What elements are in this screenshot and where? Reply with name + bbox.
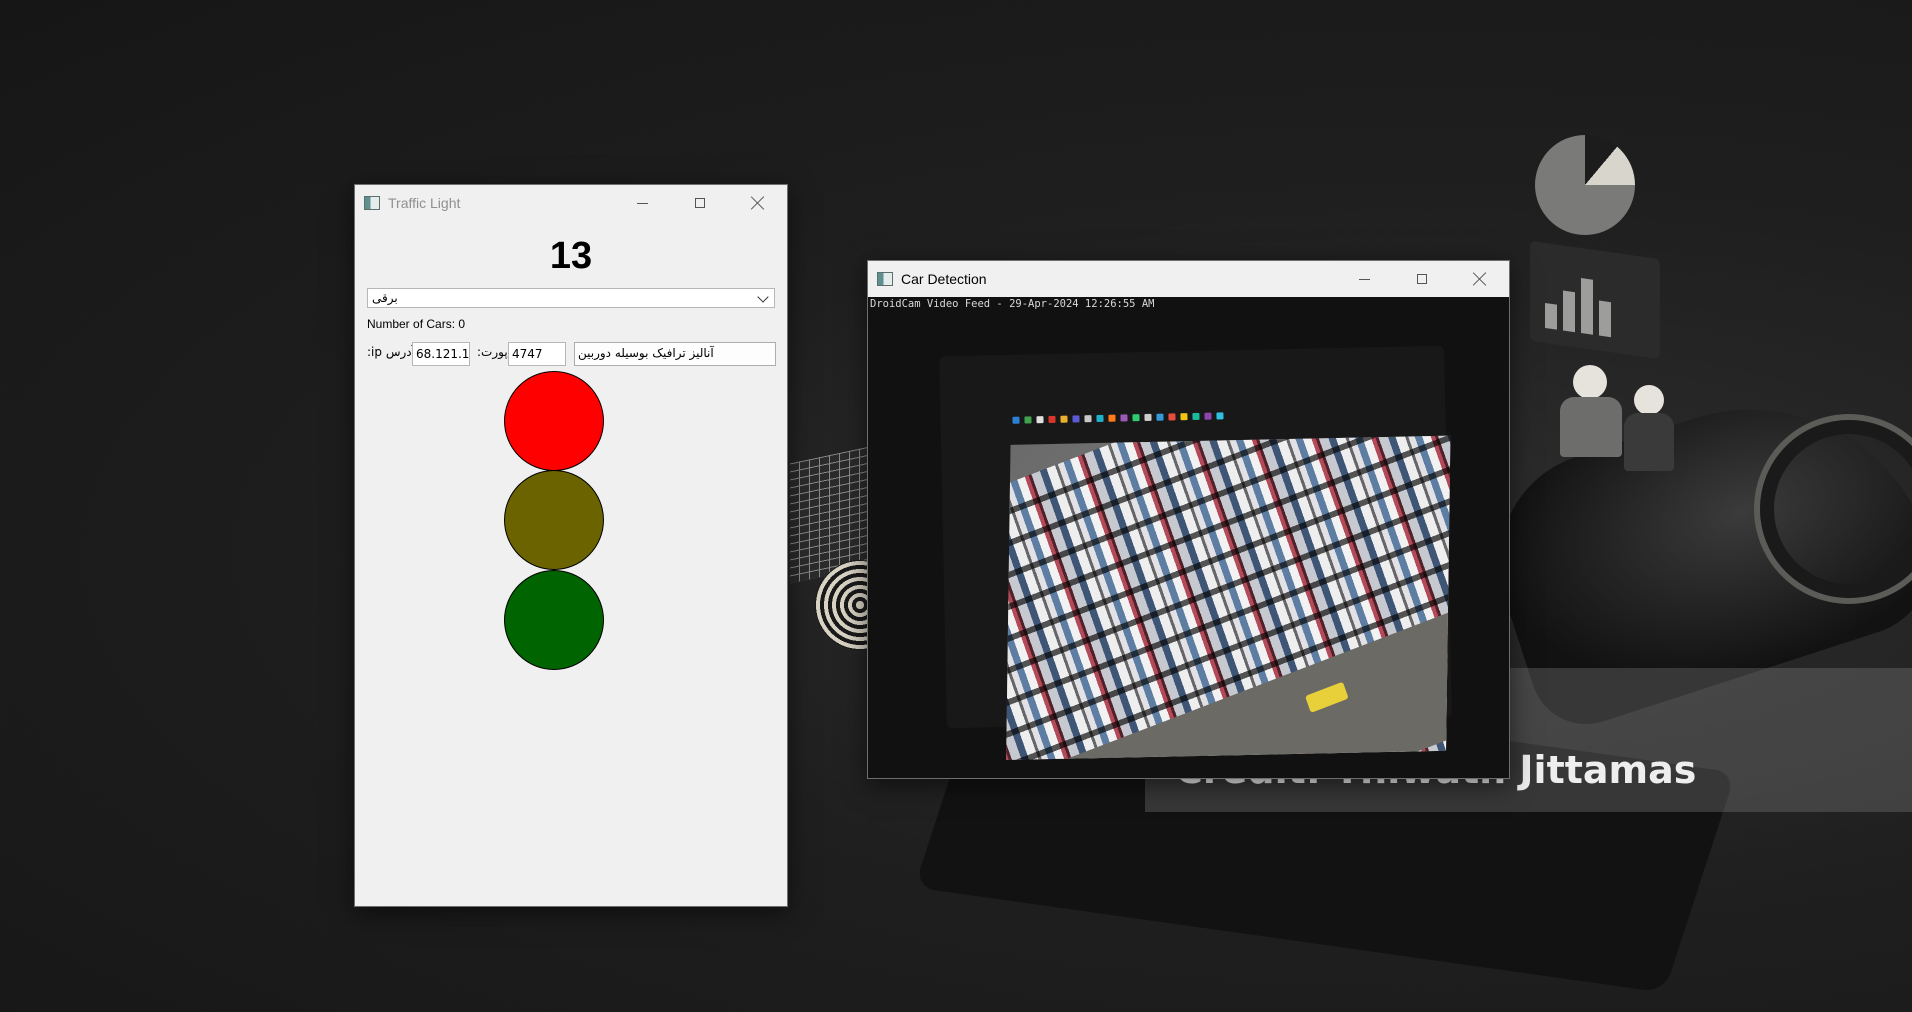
businessman-figure-icon	[1620, 385, 1680, 480]
close-button[interactable]	[729, 185, 787, 221]
traffic-light-window[interactable]: Traffic Light 13 برقی Number of Cars: 0 …	[354, 184, 788, 907]
window-title: Car Detection	[901, 271, 987, 287]
car-count-display: 13	[549, 235, 593, 277]
maximize-icon	[695, 198, 705, 208]
number-of-cars-label: Number of Cars: 0	[367, 317, 466, 331]
app-icon	[877, 272, 893, 286]
mode-select[interactable]: برقی	[367, 288, 775, 308]
analyze-traffic-button[interactable]: آنالیز ترافیک بوسیله دوربین	[574, 342, 776, 366]
minimize-button[interactable]	[1335, 261, 1393, 297]
ip-label: آدرس ip:	[367, 345, 415, 359]
parking-lot-image	[1006, 435, 1451, 761]
feed-caption: DroidCam Video Feed - 29-Apr-2024 12:26:…	[870, 298, 1155, 310]
close-icon	[751, 196, 765, 210]
maximize-button[interactable]	[1393, 261, 1451, 297]
titlebar[interactable]: Traffic Light	[355, 185, 787, 221]
port-label: پورت:	[477, 345, 508, 359]
taskbar-icons	[1012, 409, 1374, 431]
close-icon	[1473, 272, 1487, 286]
car-detection-window[interactable]: Car Detection DroidCam Video Feed - 29-A	[867, 260, 1510, 779]
maximize-button[interactable]	[671, 185, 729, 221]
minimize-button[interactable]	[613, 185, 671, 221]
port-input[interactable]: 4747	[508, 342, 566, 366]
minimize-icon	[636, 202, 648, 204]
minimize-icon	[1358, 278, 1370, 280]
monitor-in-feed	[939, 345, 1452, 761]
bar-graph-card-icon	[1530, 240, 1660, 360]
maximize-icon	[1417, 274, 1427, 284]
close-button[interactable]	[1451, 261, 1509, 297]
titlebar[interactable]: Car Detection	[868, 261, 1509, 297]
chevron-down-icon	[757, 291, 769, 303]
pie-chart-icon	[1535, 135, 1635, 235]
ip-input[interactable]: 68.121.107	[412, 342, 470, 366]
yellow-light	[504, 470, 604, 570]
app-icon	[364, 196, 380, 210]
businessman-figure-icon	[1555, 365, 1625, 465]
camera-feed: DroidCam Video Feed - 29-Apr-2024 12:26:…	[868, 297, 1509, 778]
mode-select-value: برقی	[372, 291, 398, 305]
red-light	[504, 371, 604, 471]
green-light	[504, 570, 604, 670]
window-title: Traffic Light	[388, 195, 461, 211]
